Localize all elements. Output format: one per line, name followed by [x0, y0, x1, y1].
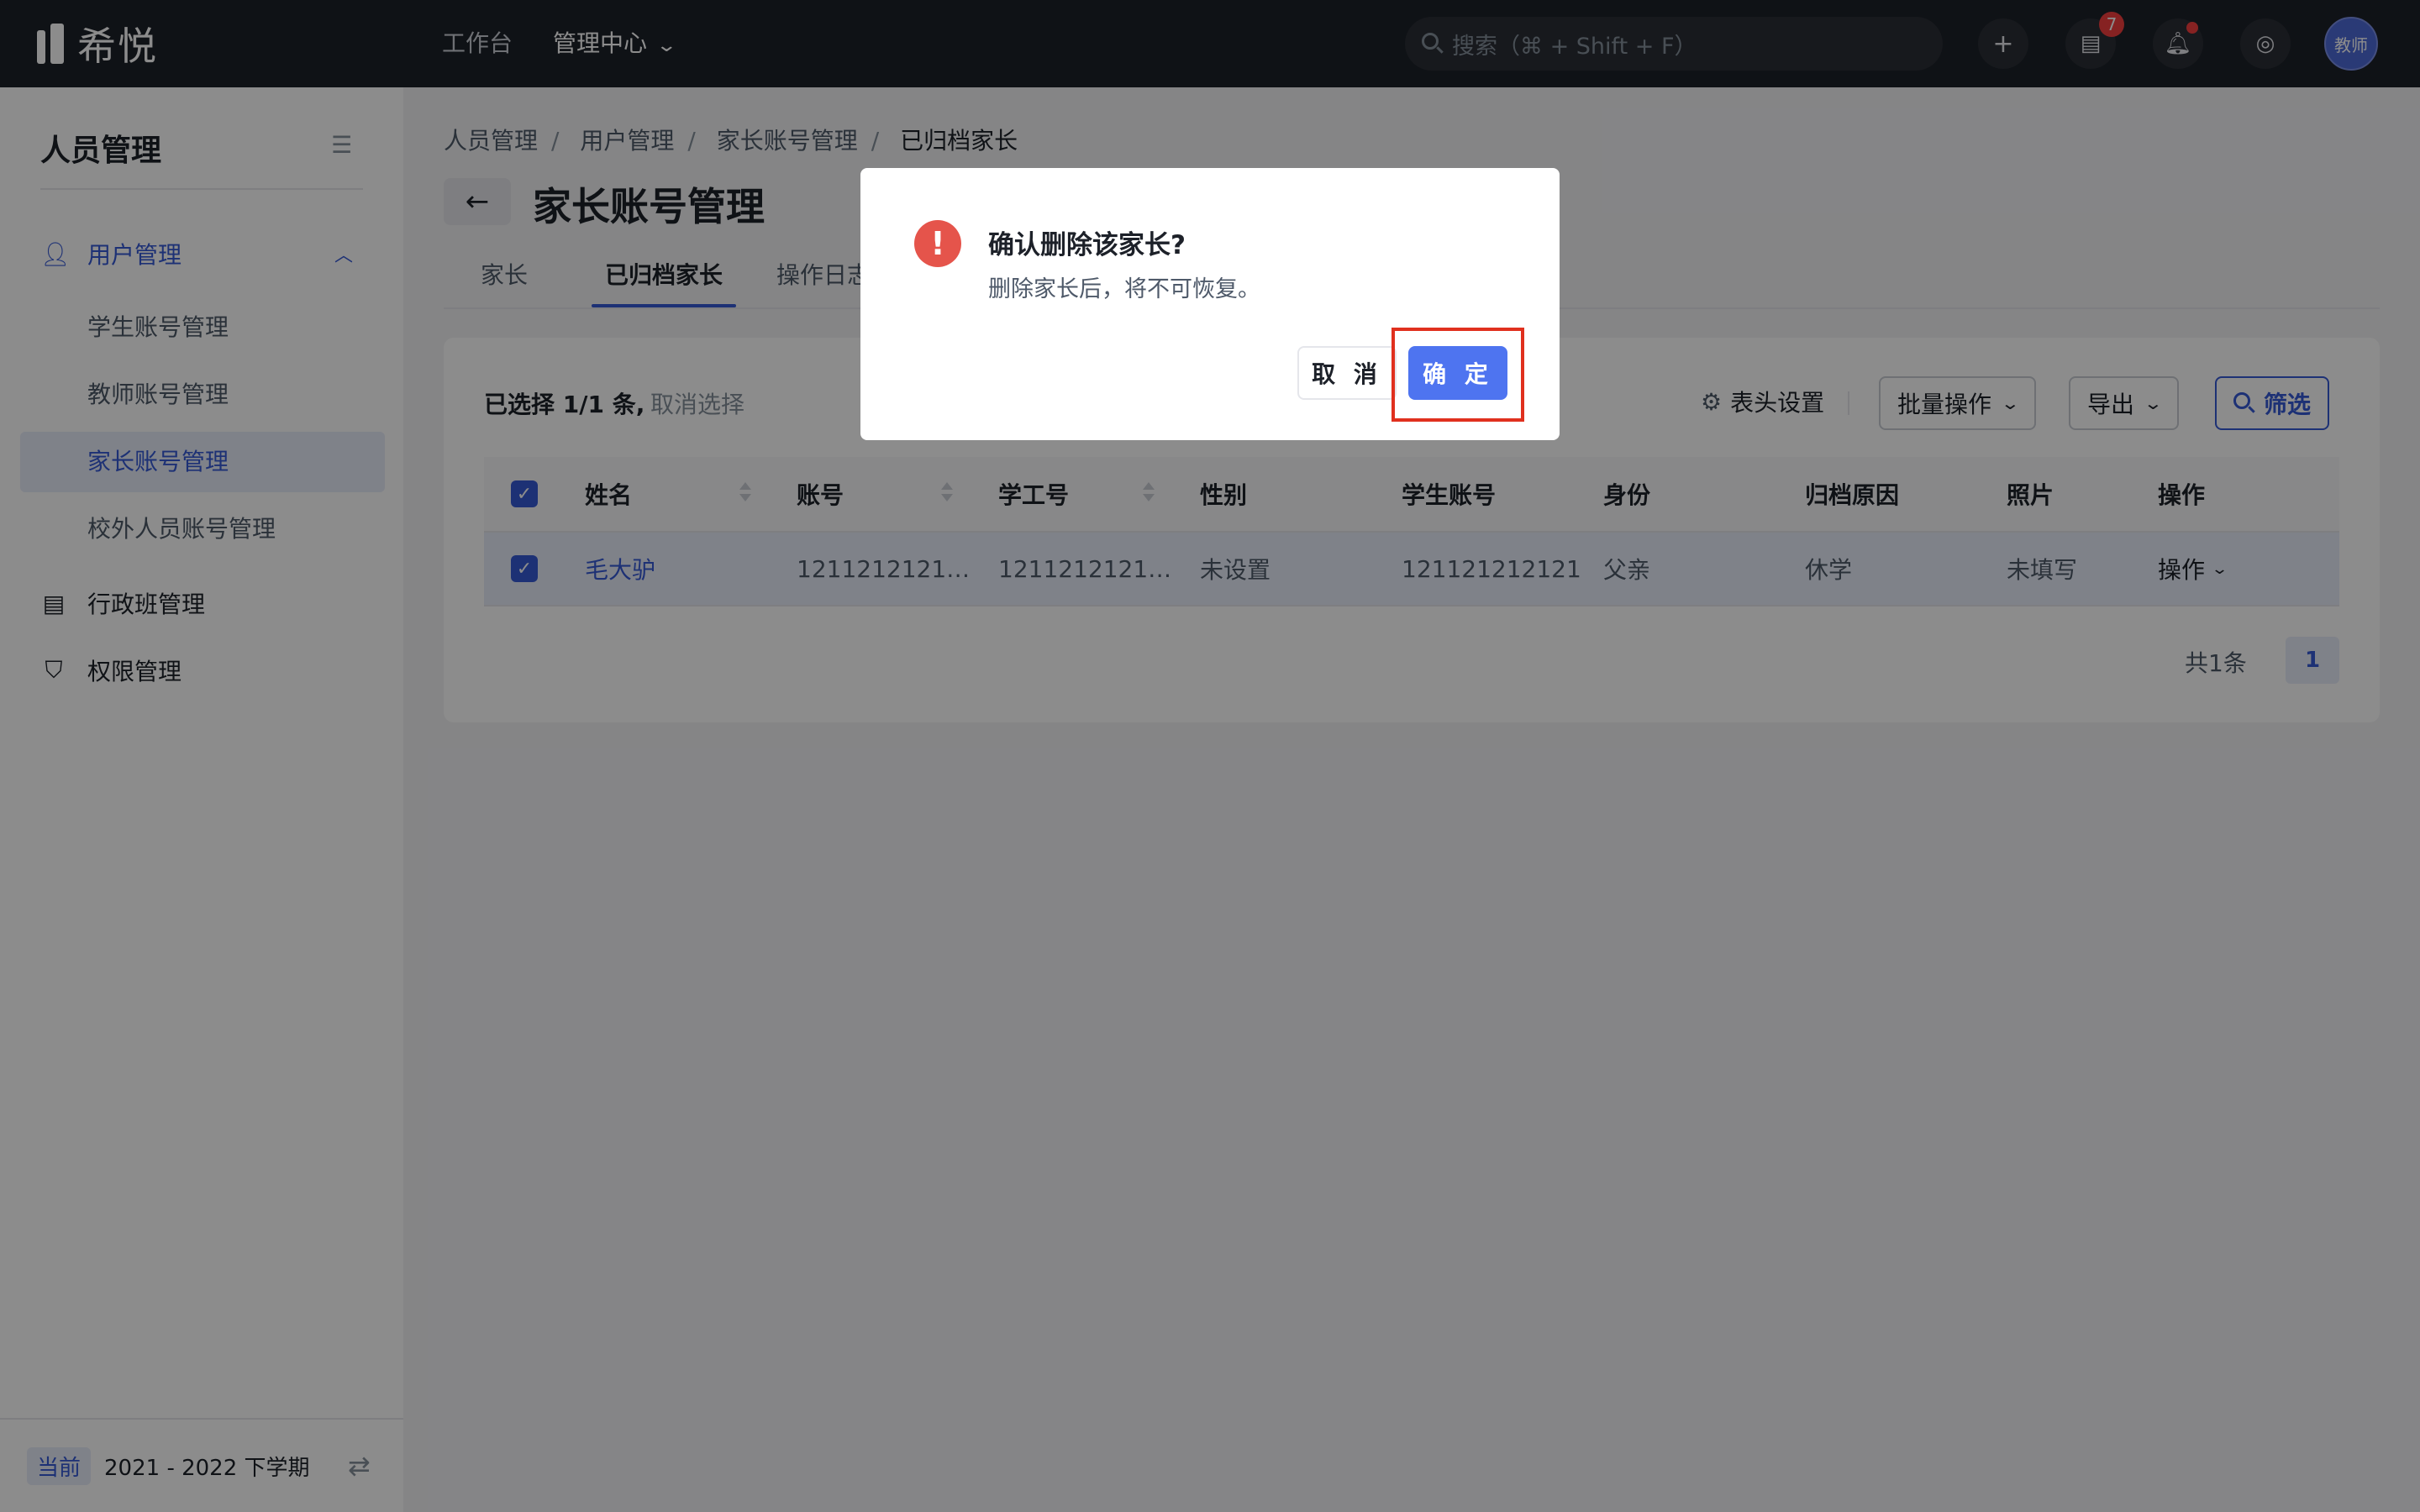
- confirm-delete-dialog: ! 确认删除该家长? 删除家长后，将不可恢复。 取 消 确 定: [860, 168, 1560, 440]
- dialog-title: 确认删除该家长?: [988, 230, 1186, 260]
- cancel-button[interactable]: 取 消: [1297, 346, 1397, 400]
- warning-icon: !: [914, 220, 961, 267]
- highlight-box: [1392, 328, 1524, 422]
- dialog-message: 删除家长后，将不可恢复。: [988, 276, 1260, 302]
